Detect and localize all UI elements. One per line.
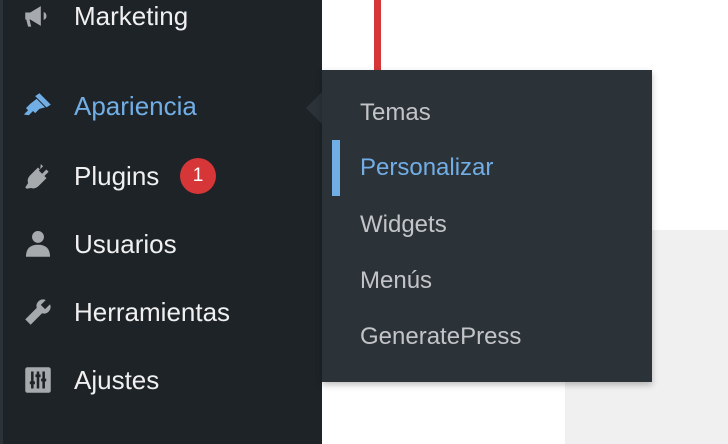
sidebar-item-label: Ajustes [74, 364, 160, 395]
sidebar-item-marketing[interactable]: Marketing [0, 0, 322, 46]
submenu-item-label: Menús [360, 267, 433, 294]
megaphone-icon [20, 0, 56, 34]
sidebar-item-label: Apariencia [74, 90, 197, 121]
sidebar-item-label: Plugins [74, 160, 160, 191]
submenu-item-label: Widgets [360, 211, 447, 238]
submenu-item-label: Personalizar [360, 154, 494, 181]
sidebar-item-label: Usuarios [74, 228, 177, 259]
submenu-item-generatepress[interactable]: GeneratePress [322, 309, 652, 365]
submenu-item-menus[interactable]: Menús [322, 253, 652, 309]
plugin-icon [20, 158, 56, 194]
submenu-item-label: Temas [360, 99, 431, 126]
settings-sliders-icon [20, 362, 56, 398]
submenu-item-temas[interactable]: Temas [322, 85, 652, 141]
sidebar-item-apariencia[interactable]: Apariencia [0, 76, 322, 136]
sidebar-item-plugins[interactable]: Plugins 1 [0, 146, 322, 206]
content-red-rule [374, 0, 381, 70]
paintbrush-icon [20, 88, 56, 124]
submenu-item-personalizar[interactable]: Personalizar [322, 140, 652, 196]
submenu-flyout: Temas Personalizar Widgets Menús Generat… [322, 70, 652, 382]
sidebar-item-usuarios[interactable]: Usuarios [0, 214, 322, 274]
sidebar-item-herramientas[interactable]: Herramientas [0, 282, 322, 342]
flyout-pointer [306, 92, 322, 124]
wrench-icon [20, 294, 56, 330]
submenu-item-label: GeneratePress [360, 323, 522, 350]
submenu-item-widgets[interactable]: Widgets [322, 197, 652, 253]
sidebar-item-ajustes[interactable]: Ajustes [0, 350, 322, 410]
user-icon [20, 226, 56, 262]
update-count-badge: 1 [180, 158, 216, 194]
admin-sidebar: Marketing Apariencia Plugins 1 Usuarios … [0, 0, 322, 444]
sidebar-item-label: Herramientas [74, 296, 231, 327]
sidebar-item-label: Marketing [74, 0, 189, 31]
current-item-marker [332, 140, 340, 196]
